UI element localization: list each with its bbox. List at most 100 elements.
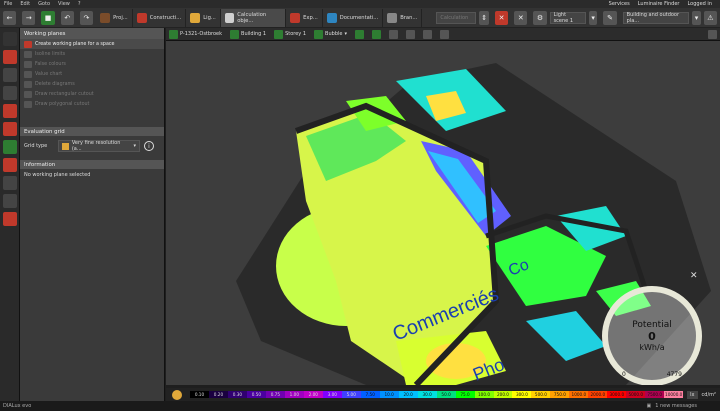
services-link[interactable]: Services xyxy=(609,1,630,7)
area-tool-icon[interactable] xyxy=(3,68,17,82)
vertical-plane-tool-icon[interactable] xyxy=(3,104,17,118)
light-scene-edit-icon[interactable]: ✎ xyxy=(603,10,617,25)
info-text: No working plane selected xyxy=(24,172,91,178)
rectangular-cutout-icon xyxy=(24,90,32,98)
calc-settings-icon[interactable]: ⚙ xyxy=(533,10,547,25)
project-crumb[interactable]: P-1321-Ostbroek xyxy=(166,29,225,39)
menu-help[interactable]: ? xyxy=(74,1,85,7)
menu-file[interactable]: File xyxy=(0,1,16,7)
view-2d-button[interactable] xyxy=(352,29,367,39)
legend-cell: 0.20 xyxy=(208,391,228,398)
status-bar: DIALux evo ▣ 1 new messages xyxy=(0,401,720,411)
value-chart-button[interactable]: Value chart xyxy=(20,69,164,79)
fullscreen-button[interactable] xyxy=(705,29,720,39)
layer-toggle-button[interactable] xyxy=(437,29,452,39)
legend-cell: 0.30 xyxy=(227,391,247,398)
glare-tool-icon[interactable] xyxy=(3,158,17,172)
messages-count[interactable]: 1 new messages xyxy=(655,403,697,409)
legend-unit-cdm2[interactable]: cd/m² xyxy=(698,392,720,398)
undo-icon[interactable]: ↶ xyxy=(60,10,74,25)
view-2d-icon xyxy=(354,29,364,39)
working-plane-icon xyxy=(24,40,32,48)
legend-cell: 20.0 xyxy=(398,391,418,398)
information-header: Information xyxy=(20,160,164,169)
gauge-min: 0 xyxy=(622,371,626,378)
zoom-fit-icon xyxy=(388,29,398,39)
grid-toggle-button[interactable] xyxy=(420,29,435,39)
legend-cell: 200.0 xyxy=(493,391,513,398)
view-bar: P-1321-Ostbroek Building 1 Storey 1 Bubb… xyxy=(166,28,720,41)
tab-construction[interactable]: Constructi... xyxy=(133,8,187,27)
cube-tool-icon[interactable] xyxy=(3,86,17,100)
app-name: DIALux evo xyxy=(3,403,32,409)
calculation-select[interactable]: Calculation xyxy=(436,11,477,24)
zoom-fit-button[interactable] xyxy=(386,29,401,39)
light-scene-select[interactable]: Light scene 1 xyxy=(549,11,586,24)
legend-cell: 500.0 xyxy=(531,391,551,398)
surface-tool-icon[interactable] xyxy=(3,122,17,136)
menu-edit[interactable]: Edit xyxy=(16,1,34,7)
isoline-limits-button[interactable]: Isoline limits xyxy=(20,49,164,59)
calc-cancel-icon[interactable]: ✕ xyxy=(514,10,528,25)
working-plane-tool-icon[interactable] xyxy=(3,50,17,64)
grid-type-select[interactable]: Very fine resolution (a... ▾ xyxy=(58,140,140,152)
false-colours-button[interactable]: False colours xyxy=(20,59,164,69)
warning-icon[interactable]: ⚠ xyxy=(703,10,717,25)
menu-goto[interactable]: Goto xyxy=(34,1,54,7)
construction-icon xyxy=(136,12,147,23)
delete-diagrams-button[interactable]: Delete diagrams xyxy=(20,79,164,89)
rectangle-tool-icon[interactable] xyxy=(3,194,17,208)
tab-project[interactable]: Proj... xyxy=(96,8,133,27)
close-gauge-icon[interactable]: ✕ xyxy=(690,271,698,281)
camera-button[interactable] xyxy=(403,29,418,39)
legend-cell: 1.00 xyxy=(284,391,304,398)
legend-cell: 2000.0 xyxy=(588,391,608,398)
gauge-max: 4779 xyxy=(666,371,682,378)
save-icon[interactable]: ■ xyxy=(41,10,55,25)
storey-crumb[interactable]: Storey 1 xyxy=(271,29,309,39)
gauge-value: 0 xyxy=(648,330,656,343)
menu-view[interactable]: View xyxy=(54,1,74,7)
tab-calculation-objects[interactable]: Calculation obje... xyxy=(220,8,287,27)
building-crumb[interactable]: Building 1 xyxy=(227,29,269,39)
sun-icon[interactable] xyxy=(172,389,182,400)
false-colour-3d-view[interactable]: Commerciés Co Pho Potential 0 kWh/a 0 47… xyxy=(166,41,720,385)
calc-stepper[interactable]: ⇕ xyxy=(479,10,489,25)
create-working-plane-button[interactable]: Create working plane for a space xyxy=(20,39,164,49)
legend-cell: 10.0 xyxy=(379,391,399,398)
legend-cell: 1000.0 xyxy=(569,391,589,398)
forward-icon[interactable]: → xyxy=(22,10,36,25)
legend-cell: 7.50 xyxy=(360,391,380,398)
delete-tool-icon[interactable] xyxy=(3,212,17,226)
grid-tool-icon[interactable] xyxy=(3,176,17,190)
mode-crumb[interactable]: Bubble ▾ xyxy=(311,29,350,39)
message-icon[interactable]: ▣ xyxy=(646,403,651,409)
redo-icon[interactable]: ↷ xyxy=(79,10,94,25)
escape-route-tool-icon[interactable] xyxy=(3,140,17,154)
view-filter-dropdown-icon[interactable]: ▾ xyxy=(692,10,701,25)
draw-rectangular-cutout-button[interactable]: Draw rectangular cutout xyxy=(20,89,164,99)
polygonal-cutout-icon xyxy=(24,100,32,108)
view-filter-select[interactable]: Building and outdoor pla... xyxy=(622,11,690,24)
luminaire-finder-link[interactable]: Luminaire Finder xyxy=(638,1,680,7)
back-icon[interactable]: ← xyxy=(3,10,17,25)
tab-brand[interactable]: Bran... xyxy=(383,8,423,27)
view-3d-button[interactable] xyxy=(369,29,384,39)
light-scene-dropdown-icon[interactable]: ▾ xyxy=(588,10,598,25)
draw-polygonal-cutout-button[interactable]: Draw polygonal cutout xyxy=(20,99,164,109)
tab-light[interactable]: Lig... xyxy=(186,8,221,27)
chevron-down-icon: ▾ xyxy=(133,143,136,149)
grid-icon xyxy=(62,142,69,150)
value-chart-icon xyxy=(24,70,32,78)
collapse-icon[interactable] xyxy=(3,32,17,46)
login-status[interactable]: Logged in xyxy=(687,1,712,7)
legend-unit-lx[interactable]: lx xyxy=(687,390,698,399)
tab-documentation[interactable]: Documentati... xyxy=(323,8,384,27)
fullscreen-icon xyxy=(708,29,717,39)
info-icon[interactable]: i xyxy=(144,141,154,151)
legend-cell: 750.0 xyxy=(550,391,570,398)
tab-export[interactable]: Exp... xyxy=(286,8,323,27)
legend-cell: 5000.0 xyxy=(626,391,646,398)
calc-close-icon[interactable]: ✕ xyxy=(494,10,509,25)
menu-bar: File Edit Goto View ? Services Luminaire… xyxy=(0,0,720,8)
